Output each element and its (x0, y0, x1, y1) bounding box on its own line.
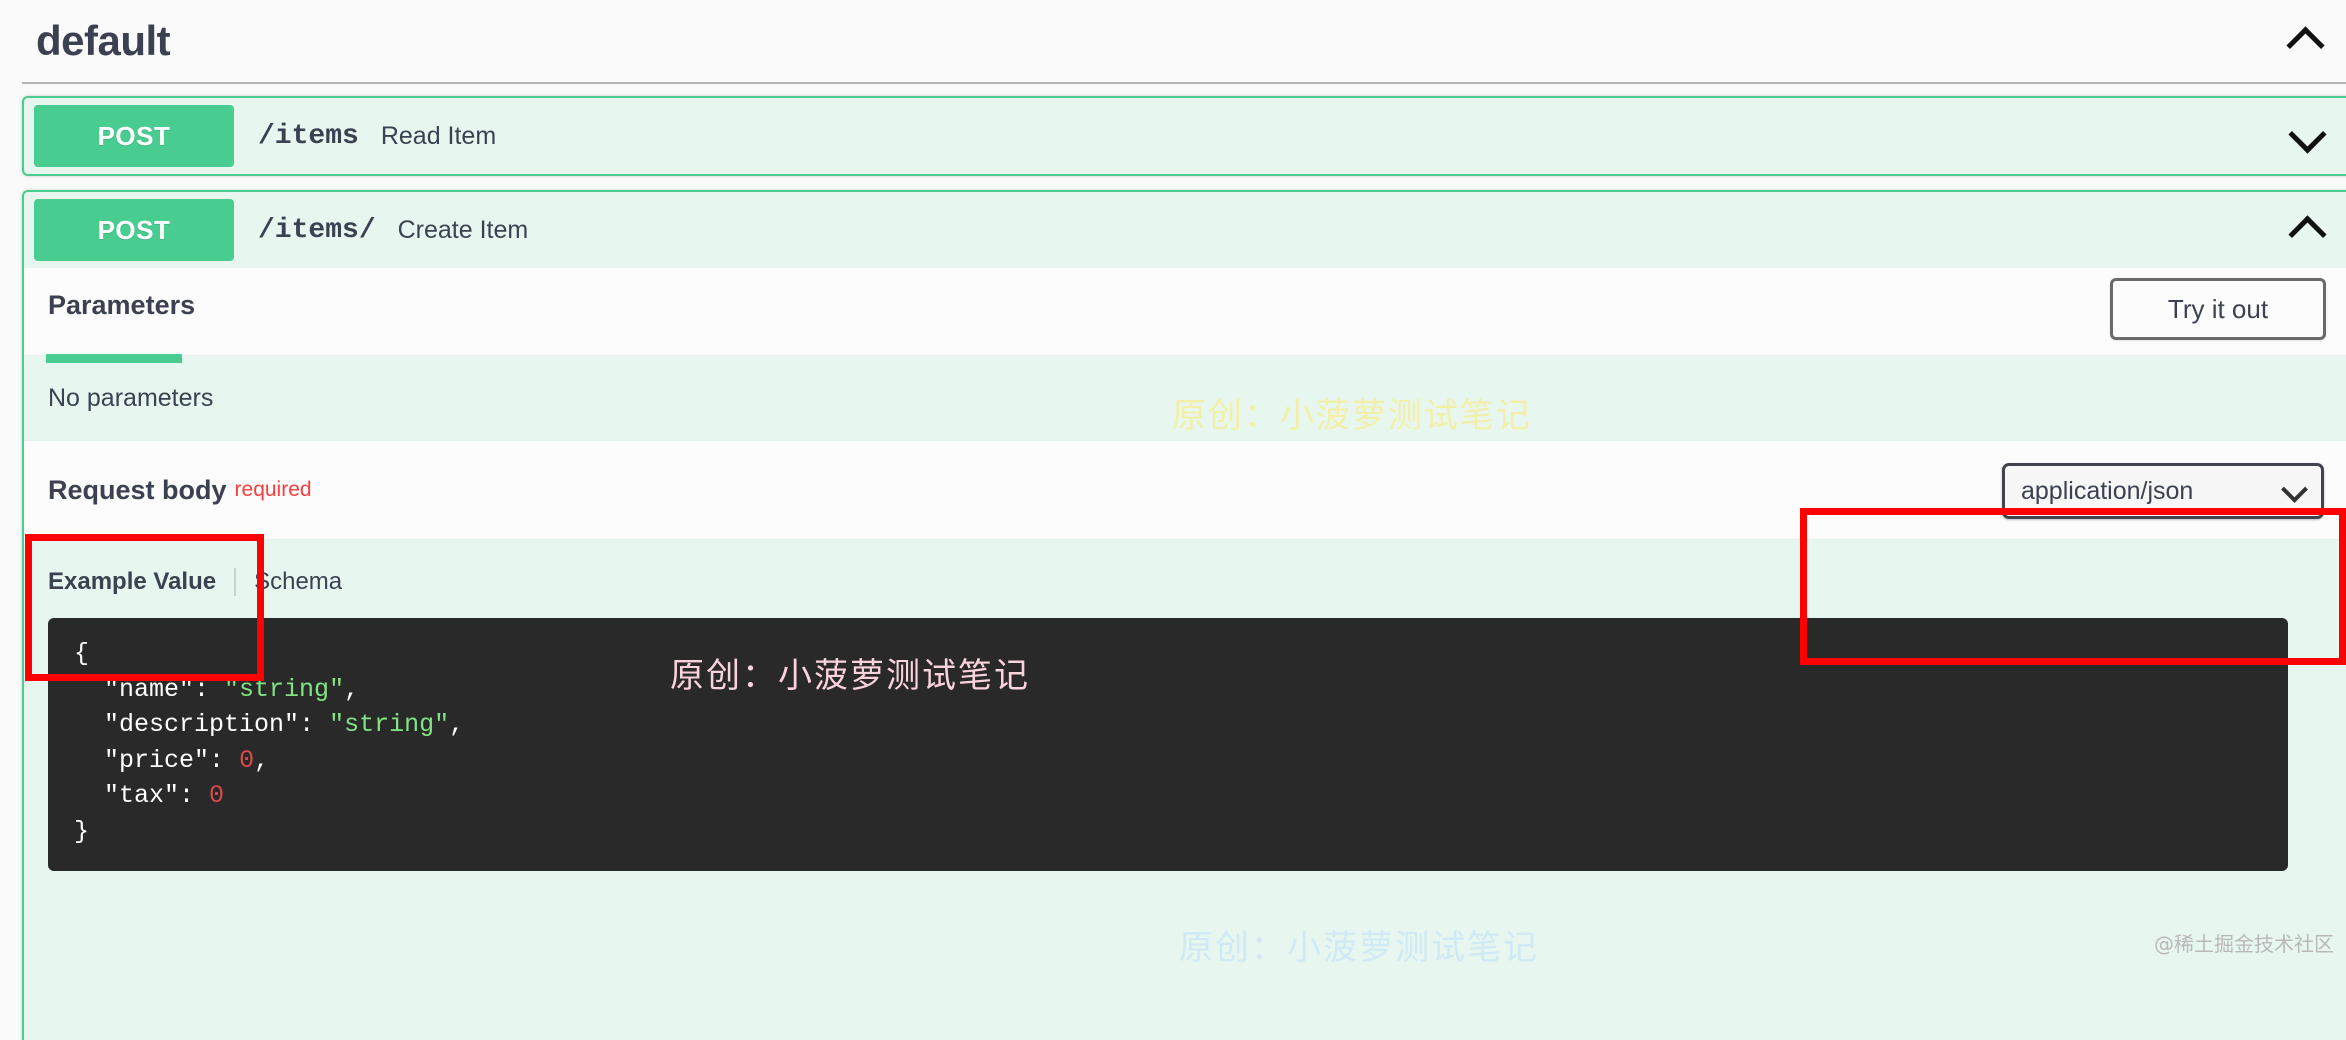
operation-path: /items (258, 120, 359, 152)
operation-create-item[interactable]: POST /items/ Create Item Parameters Try … (22, 190, 2346, 1040)
content-type-value: application/json (2021, 476, 2194, 505)
code-key-price: "price" (104, 745, 210, 775)
page-title: default (36, 17, 171, 64)
operation-summary-text: Create Item (397, 215, 529, 244)
required-badge: required (234, 478, 312, 501)
operation-summary[interactable]: POST /items/ Create Item (24, 192, 2346, 268)
code-value-description: "string" (329, 710, 450, 739)
operation-toggle[interactable] (2284, 209, 2334, 251)
tab-divider (234, 568, 237, 596)
chevron-up-icon[interactable] (2286, 20, 2328, 62)
code-line-close-brace: } (74, 816, 90, 846)
http-method-badge: POST (34, 199, 234, 261)
chevron-down-icon[interactable] (2283, 480, 2305, 502)
code-key-description: "description" (104, 710, 300, 739)
tab-schema[interactable]: Schema (254, 568, 342, 596)
example-schema-tabs: Example Value Schema (48, 568, 2326, 596)
code-value-name: "string" (224, 674, 345, 704)
content-type-select[interactable]: application/json (2002, 463, 2324, 519)
example-value-code-block[interactable]: { "name": "string", "description": "stri… (48, 618, 2288, 871)
chevron-up-icon[interactable] (2288, 209, 2330, 251)
no-parameters-message: No parameters (24, 356, 2346, 440)
tag-section-header[interactable]: default (22, 0, 2346, 84)
request-body-row: Request body required application/json (24, 440, 2346, 540)
http-method-badge: POST (34, 105, 234, 167)
example-value-section: Example Value Schema { "name": "string",… (24, 540, 2346, 940)
request-body-label: Request body (48, 474, 227, 505)
code-key-tax: "tax" (104, 781, 180, 810)
code-line-open-brace: { (74, 639, 90, 668)
operation-summary[interactable]: POST /items Read Item (24, 98, 2346, 174)
tab-parameters[interactable]: Parameters (48, 290, 217, 321)
tab-active-indicator (46, 354, 182, 363)
swagger-ui-page: default POST /items Read Item POST /item… (0, 0, 2346, 1040)
code-value-price: 0 (239, 745, 255, 775)
operation-path: /items/ (258, 214, 376, 246)
operation-summary-text: Read Item (380, 121, 497, 150)
try-it-out-button[interactable]: Try it out (2110, 278, 2326, 340)
chevron-down-icon[interactable] (2288, 115, 2330, 157)
parameters-tab-row: Parameters Try it out (24, 268, 2346, 363)
code-value-tax: 0 (209, 781, 225, 810)
operation-toggle[interactable] (2284, 115, 2334, 157)
tab-example-value[interactable]: Example Value (48, 568, 216, 596)
operation-body: Parameters Try it out No parameters Requ… (24, 268, 2346, 968)
operation-read-item[interactable]: POST /items Read Item (22, 96, 2346, 176)
code-key-name: "name" (104, 674, 195, 704)
